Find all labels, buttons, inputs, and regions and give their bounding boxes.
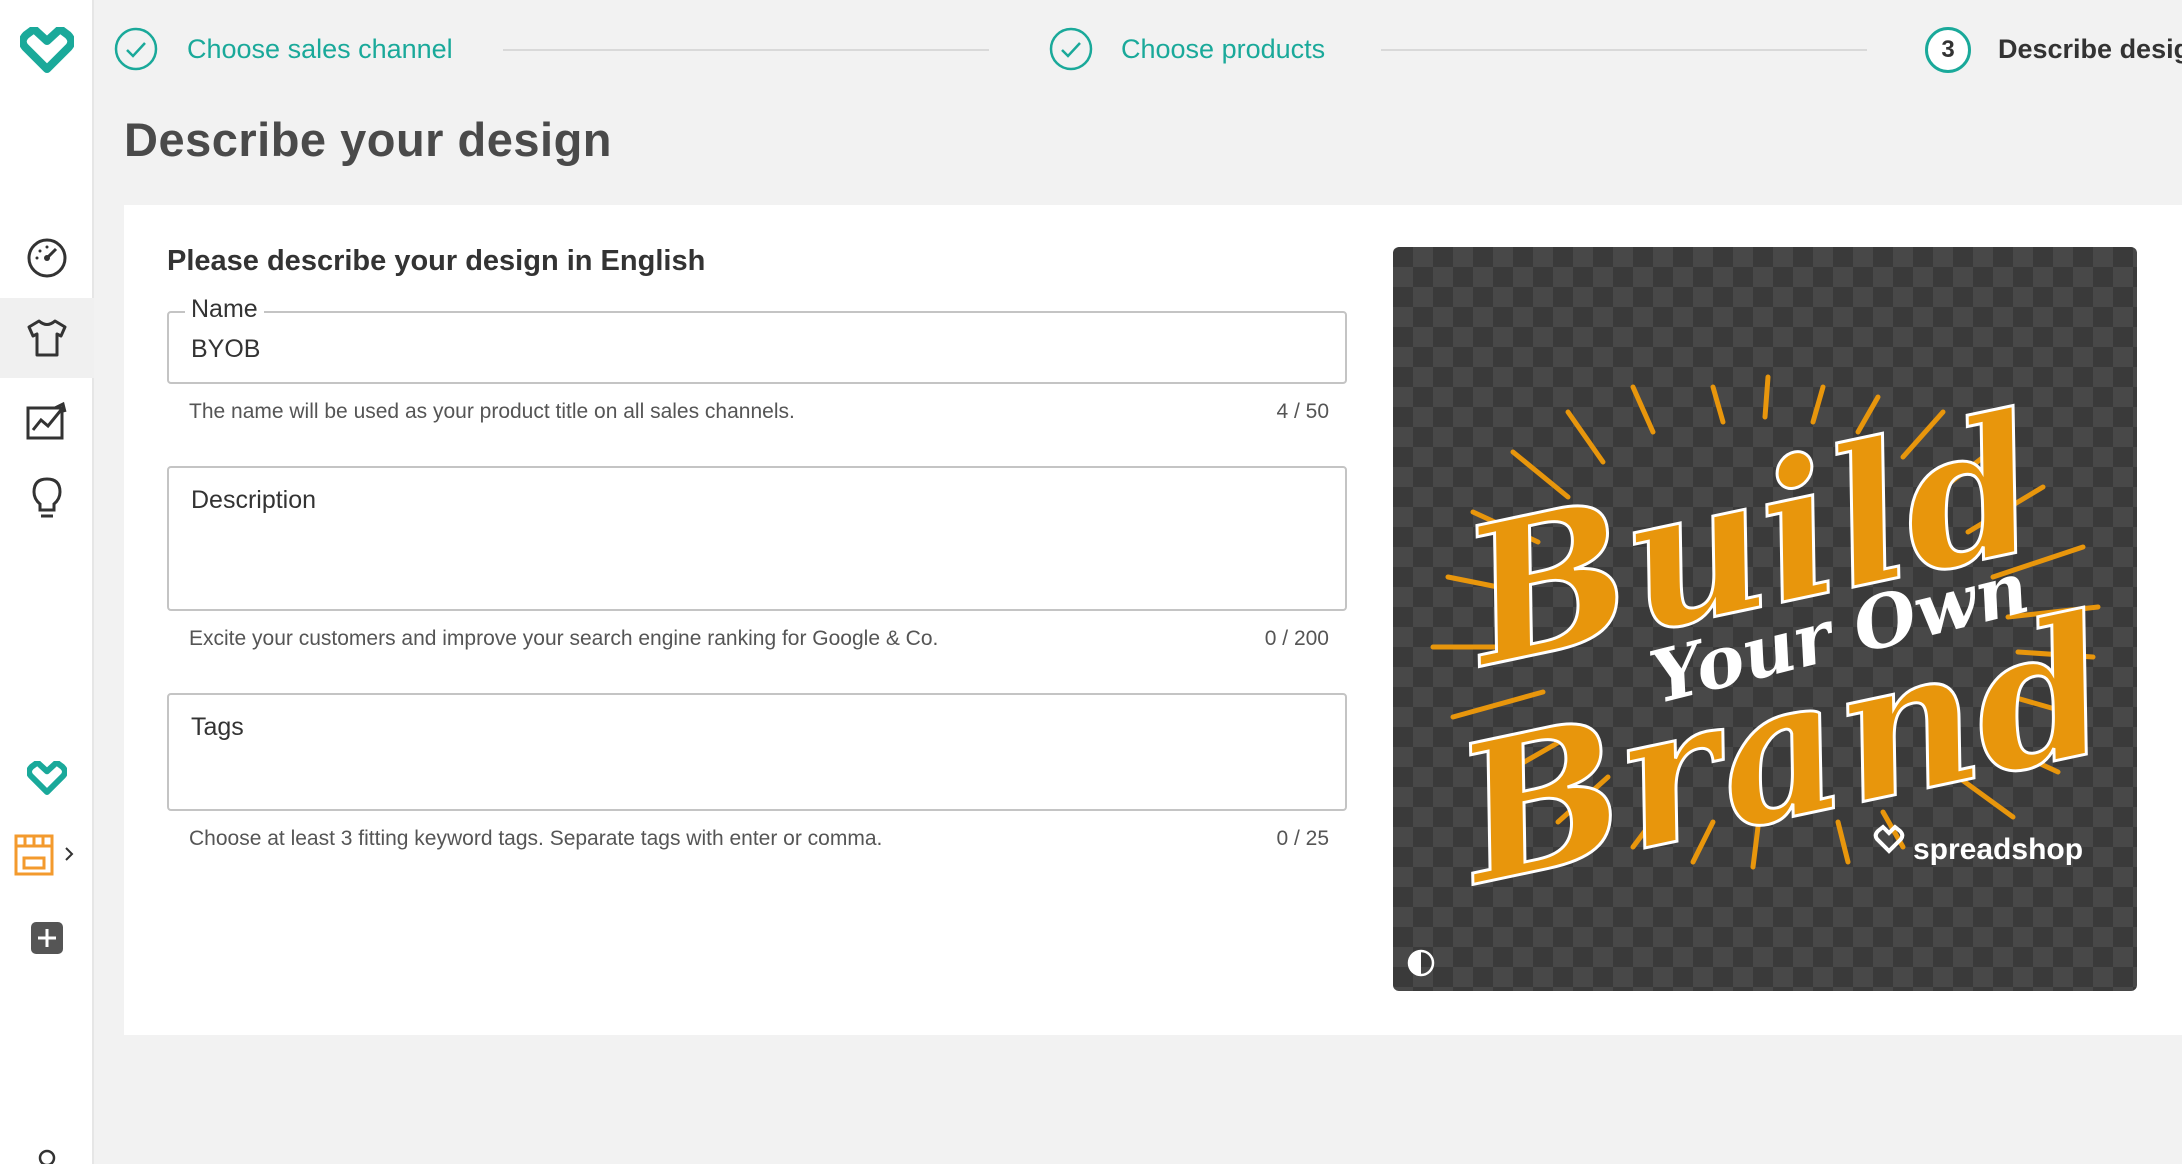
step-divider-1	[503, 49, 989, 51]
design-preview: Build Your Own Brand spreadshop	[1393, 247, 2137, 991]
stepper: Choose sales channel Choose products 3 D…	[94, 0, 2182, 100]
description-helper: Excite your customers and improve your s…	[189, 627, 1329, 651]
description-helper-text: Excite your customers and improve your s…	[189, 627, 939, 650]
shop-icon[interactable]	[0, 830, 94, 880]
name-helper-text: The name will be used as your product ti…	[189, 400, 795, 423]
spreadshop-small-logo-icon[interactable]	[0, 758, 94, 798]
spreadshop-watermark-text: spreadshop	[1913, 833, 2083, 866]
step-1-label[interactable]: Choose sales channel	[187, 30, 453, 68]
name-helper: The name will be used as your product ti…	[189, 400, 1329, 424]
page-title: Describe your design	[124, 113, 612, 166]
name-field[interactable]: Name BYOB	[167, 295, 1347, 384]
step-1-check-icon	[114, 27, 158, 71]
products-icon[interactable]	[0, 298, 94, 378]
name-field-value[interactable]: BYOB	[191, 335, 260, 364]
form-heading: Please describe your design in English	[167, 245, 706, 277]
ideas-icon[interactable]	[0, 472, 94, 524]
description-counter: 0 / 200	[1264, 627, 1329, 650]
design-form-card: Please describe your design in English N…	[124, 205, 2182, 1035]
tags-helper-text: Choose at least 3 fitting keyword tags. …	[189, 827, 883, 850]
step-2-label[interactable]: Choose products	[1121, 30, 1325, 68]
step-3-label: Describe design	[1998, 34, 2182, 64]
sidebar	[0, 0, 94, 1164]
background-contrast-icon[interactable]	[1407, 949, 1435, 977]
step-divider-2	[1381, 49, 1867, 51]
tags-field-label: Tags	[191, 713, 244, 741]
step-2-check-icon	[1049, 27, 1093, 71]
tags-helper: Choose at least 3 fitting keyword tags. …	[189, 827, 1329, 851]
spreadshop-logo-icon[interactable]	[0, 22, 94, 78]
user-icon[interactable]	[0, 1148, 94, 1164]
tags-field[interactable]: Tags	[167, 693, 1347, 811]
design-artwork: Build Your Own Brand spreadshop	[1430, 370, 2129, 930]
description-field[interactable]: Description	[167, 466, 1347, 611]
dashboard-icon[interactable]	[0, 232, 94, 284]
name-field-label: Name	[185, 295, 264, 324]
analytics-icon[interactable]	[0, 394, 94, 446]
description-field-label: Description	[191, 486, 317, 514]
name-counter: 4 / 50	[1276, 400, 1329, 423]
tags-counter: 0 / 25	[1276, 827, 1329, 850]
step-3-number: 3	[1925, 27, 1971, 73]
add-icon[interactable]	[0, 918, 94, 958]
